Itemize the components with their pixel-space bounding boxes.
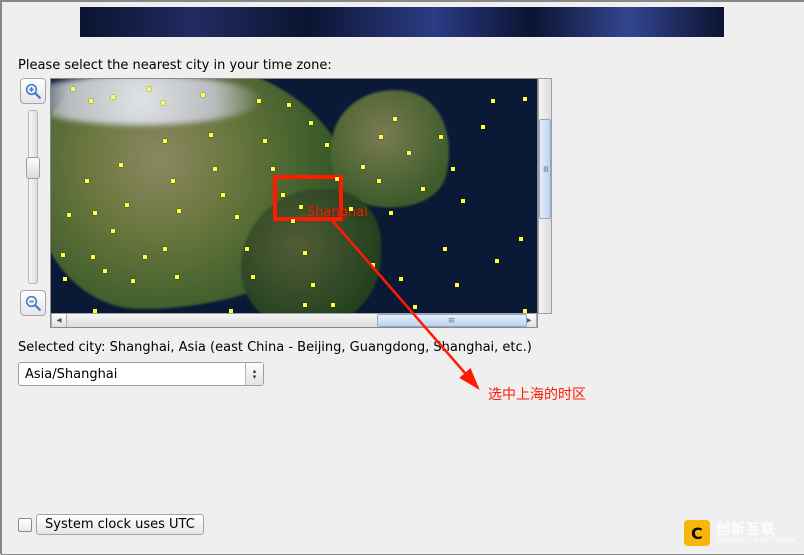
watermark-en: CDEDNS.CN NETWORK — [716, 537, 796, 544]
city-dot[interactable] — [125, 203, 129, 207]
installer-banner — [80, 7, 724, 37]
city-dot[interactable] — [163, 139, 167, 143]
city-dot[interactable] — [291, 219, 295, 223]
timezone-value[interactable]: Asia/Shanghai — [19, 363, 245, 385]
city-dot[interactable] — [213, 167, 217, 171]
city-dot[interactable] — [287, 103, 291, 107]
city-dot[interactable] — [263, 139, 267, 143]
selected-city-value: Shanghai, Asia (east China - Beijing, Gu… — [110, 340, 532, 355]
city-dot[interactable] — [63, 277, 67, 281]
zoom-in-icon — [24, 82, 42, 100]
city-dot[interactable] — [377, 179, 381, 183]
city-dot[interactable] — [421, 187, 425, 191]
city-dot[interactable] — [451, 167, 455, 171]
city-dot[interactable] — [235, 215, 239, 219]
city-dot[interactable] — [413, 305, 417, 309]
city-dot[interactable] — [163, 247, 167, 251]
city-dot[interactable] — [93, 211, 97, 215]
zoom-slider-thumb[interactable] — [26, 157, 40, 179]
city-dot[interactable] — [201, 93, 205, 97]
city-dot[interactable] — [523, 97, 527, 101]
utc-checkbox[interactable] — [18, 518, 32, 532]
city-dot[interactable] — [71, 87, 75, 91]
city-dot[interactable] — [519, 237, 523, 241]
city-dot[interactable] — [171, 179, 175, 183]
city-dot[interactable] — [209, 133, 213, 137]
city-dot[interactable] — [309, 121, 313, 125]
annotation-text: 选中上海的时区 — [488, 384, 586, 404]
zoom-out-button[interactable] — [20, 290, 46, 316]
city-dot[interactable] — [523, 309, 527, 313]
city-dot[interactable] — [481, 125, 485, 129]
city-dot[interactable] — [281, 193, 285, 197]
city-dot[interactable] — [495, 259, 499, 263]
city-dot[interactable] — [119, 163, 123, 167]
selected-city-dot[interactable] — [299, 205, 303, 209]
city-dot[interactable] — [303, 251, 307, 255]
city-dot[interactable] — [221, 193, 225, 197]
city-dot[interactable] — [399, 277, 403, 281]
prompt-label: Please select the nearest city in your t… — [18, 58, 332, 73]
city-dot[interactable] — [303, 303, 307, 307]
city-dot[interactable] — [91, 255, 95, 259]
chevron-down-icon: ▾ — [253, 374, 257, 380]
city-dot[interactable] — [229, 309, 233, 313]
city-dot[interactable] — [371, 263, 375, 267]
city-dot[interactable] — [393, 117, 397, 121]
map-vertical-scrollbar[interactable] — [538, 78, 552, 314]
map-horizontal-scrollbar[interactable]: ◂ ▸ — [51, 313, 537, 327]
city-dot[interactable] — [175, 275, 179, 279]
city-dot[interactable] — [389, 211, 393, 215]
city-dot[interactable] — [331, 303, 335, 307]
city-dot[interactable] — [177, 209, 181, 213]
city-dot[interactable] — [111, 95, 115, 99]
city-dot[interactable] — [439, 135, 443, 139]
city-dot[interactable] — [251, 275, 255, 279]
city-dot[interactable] — [443, 247, 447, 251]
city-dot[interactable] — [335, 177, 339, 181]
city-dot[interactable] — [325, 143, 329, 147]
timezone-combobox[interactable]: Asia/Shanghai ▴ ▾ — [18, 362, 264, 386]
city-dot[interactable] — [271, 167, 275, 171]
city-dot[interactable] — [147, 87, 151, 91]
city-dot[interactable] — [311, 283, 315, 287]
city-dot[interactable] — [111, 229, 115, 233]
watermark-badge-icon: C — [684, 520, 710, 546]
zoom-controls — [18, 78, 48, 316]
city-dot[interactable] — [93, 309, 97, 313]
zoom-in-button[interactable] — [20, 78, 46, 104]
city-dot[interactable] — [349, 207, 353, 211]
scroll-left-button[interactable]: ◂ — [51, 314, 67, 327]
selected-city-label: Selected city: — [18, 340, 105, 355]
scroll-thumb[interactable] — [377, 314, 527, 327]
city-dot[interactable] — [257, 99, 261, 103]
city-dot[interactable] — [379, 135, 383, 139]
city-dot[interactable] — [361, 165, 365, 169]
city-dot[interactable] — [89, 99, 93, 103]
city-dot[interactable] — [143, 255, 147, 259]
city-dot[interactable] — [61, 253, 65, 257]
city-dot[interactable] — [161, 101, 165, 105]
city-dot[interactable] — [245, 247, 249, 251]
city-dot[interactable] — [131, 279, 135, 283]
city-dot[interactable] — [407, 151, 411, 155]
city-dot[interactable] — [85, 179, 89, 183]
scroll-thumb[interactable] — [539, 119, 551, 219]
selected-city-line: Selected city: Shanghai, Asia (east Chin… — [18, 340, 532, 355]
scroll-track[interactable] — [67, 314, 521, 327]
combobox-spinner[interactable]: ▴ ▾ — [245, 363, 263, 385]
city-dot[interactable] — [491, 99, 495, 103]
city-dot[interactable] — [455, 283, 459, 287]
city-dot[interactable] — [103, 269, 107, 273]
city-dot[interactable] — [461, 199, 465, 203]
utc-checkbox-label[interactable]: System clock uses UTC — [36, 514, 204, 535]
watermark: C 创新互联 CDEDNS.CN NETWORK — [684, 520, 796, 546]
zoom-out-icon — [24, 294, 42, 312]
city-dot[interactable] — [67, 213, 71, 217]
watermark-cn: 创新互联 — [716, 523, 796, 537]
zoom-slider[interactable] — [28, 110, 38, 284]
utc-checkbox-row: System clock uses UTC — [18, 514, 204, 535]
timezone-map-panel: Shanghai ◂ ▸ — [50, 78, 538, 328]
timezone-map[interactable]: Shanghai — [51, 79, 537, 313]
